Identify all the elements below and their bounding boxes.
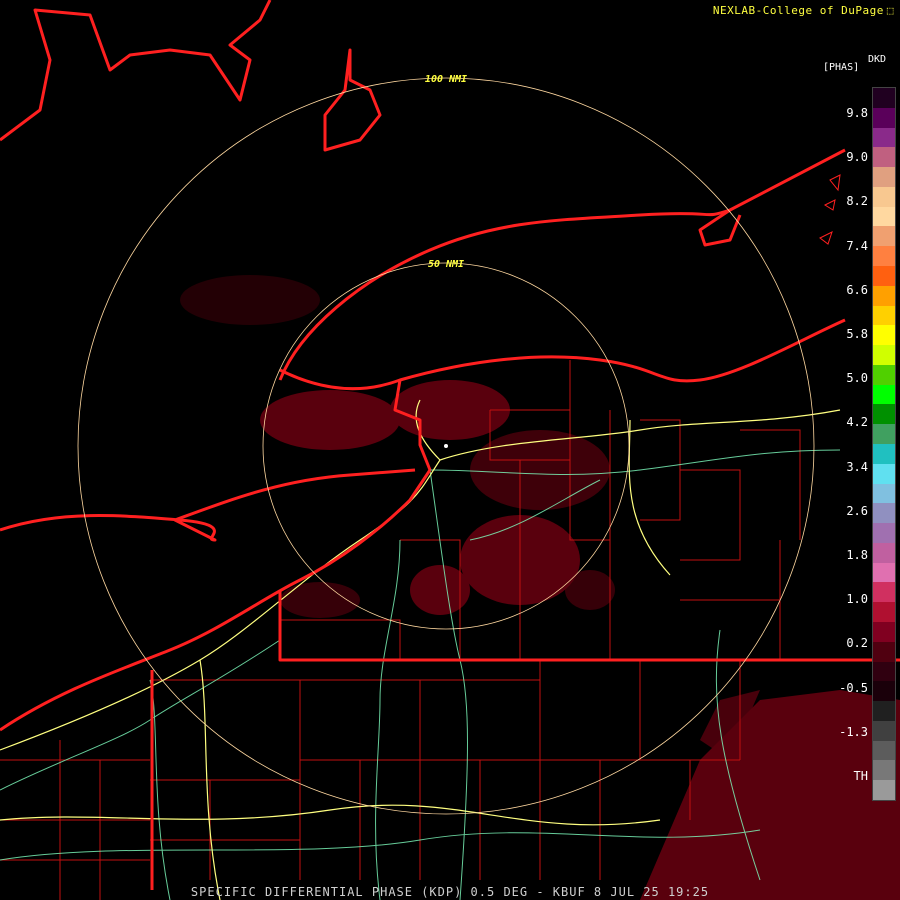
- color-scale-swatch: [873, 266, 895, 287]
- color-scale-swatch: [873, 167, 895, 188]
- color-scale-swatch: [873, 780, 895, 801]
- canada-top: [0, 0, 272, 142]
- color-scale-swatch: [873, 681, 895, 702]
- islands: [819, 174, 841, 245]
- radar-map: 100 NMI 50 NMI: [0, 0, 900, 900]
- color-scale-swatch: [873, 483, 895, 504]
- color-scale-tick-label: 6.6: [846, 282, 868, 297]
- color-scale-tick-label: 4.2: [846, 415, 868, 430]
- color-scale-tick-label: -0.5: [839, 680, 868, 695]
- units-label: [PHAS]: [823, 62, 860, 73]
- color-scale-tick-label: 7.4: [846, 238, 868, 253]
- color-scale-swatch: [873, 622, 895, 643]
- color-scale-tick-label: 3.4: [846, 459, 868, 474]
- color-scale-swatch: [873, 641, 895, 663]
- color-scale-swatch: [873, 503, 895, 524]
- georgian-bay: [323, 48, 382, 152]
- credit-label: NEXLAB-College of DuPage ⬚: [713, 4, 894, 17]
- color-scale-swatch: [873, 206, 895, 227]
- color-scale-tick-label: TH: [853, 769, 868, 783]
- color-scale-swatch: [873, 661, 895, 682]
- radar-site-marker: [444, 444, 448, 448]
- color-scale-swatch: [873, 88, 895, 109]
- color-scale-swatch: [873, 701, 895, 722]
- product-code: DKD: [868, 54, 887, 65]
- color-scale-swatch: [873, 384, 895, 405]
- color-scale-swatch: [873, 186, 895, 208]
- lake-ontario-south-shore: [399, 318, 846, 383]
- color-scale-swatch: [873, 424, 895, 445]
- lake-ontario-north-shore: [278, 148, 846, 381]
- radar-map-view: { "header": { "credit": "NEXLAB-College …: [0, 0, 900, 900]
- lake-erie-north-shore: [0, 468, 416, 542]
- color-scale-swatch: [873, 127, 895, 148]
- color-scale-tick-label: 5.0: [846, 371, 868, 386]
- color-scale-tick-label: 9.0: [846, 150, 868, 165]
- color-scale-swatch: [873, 226, 895, 247]
- color-scale-tick-label: 1.8: [846, 548, 868, 562]
- color-scale-swatch: [873, 542, 895, 564]
- color-scale-tick-label: 9.8: [846, 106, 868, 120]
- color-scale-swatch: [873, 463, 895, 485]
- color-scale-swatch: [873, 285, 895, 307]
- ring-label-100: 100 NMI: [425, 74, 467, 85]
- color-scale-bar: [872, 87, 896, 801]
- color-scale-tick-label: 1.0: [846, 592, 868, 607]
- product-caption: SPECIFIC DIFFERENTIAL PHASE (KDP) 0.5 DE…: [190, 885, 710, 899]
- color-scale-tick-label: 2.6: [846, 503, 868, 518]
- color-scale-swatch: [873, 147, 895, 168]
- color-scale-swatch: [873, 740, 895, 761]
- color-scale-tick-label: 8.2: [846, 194, 868, 209]
- cod-logo-icon: ⬚: [886, 4, 894, 17]
- color-scale-swatch: [873, 345, 895, 366]
- color-scale-swatch: [873, 582, 895, 603]
- color-scale-swatch: [873, 720, 895, 742]
- color-scale-swatch: [873, 364, 895, 386]
- color-scale-swatch: [873, 444, 895, 465]
- credit-text: NEXLAB-College of DuPage: [712, 4, 884, 17]
- color-scale-swatch: [873, 107, 895, 129]
- color-scale-tick-label: 0.2: [846, 636, 868, 651]
- color-scale-swatch: [873, 562, 895, 583]
- color-scale-swatch: [873, 404, 895, 425]
- color-scale-tick-label: 5.8: [846, 327, 868, 341]
- color-scale-swatch: [873, 523, 895, 544]
- color-scale-tick-label: -1.3: [839, 724, 868, 739]
- color-scale-swatch: [873, 760, 895, 781]
- color-scale-swatch: [873, 602, 895, 623]
- ring-label-50: 50 NMI: [428, 259, 464, 270]
- color-scale-swatch: [873, 305, 895, 326]
- color-scale-swatch: [873, 325, 895, 346]
- color-scale-swatch: [873, 246, 895, 267]
- lake-erie-south-shore: [0, 469, 432, 732]
